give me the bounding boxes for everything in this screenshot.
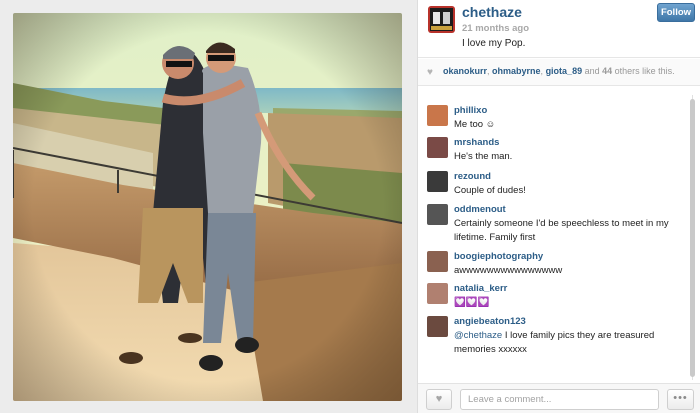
owner-avatar-image — [428, 6, 455, 33]
post-caption: I love my Pop. — [462, 38, 526, 49]
comment-text: Certainly someone I'd be speechless to m… — [454, 218, 669, 243]
comment-text: @chethaze I love family pics they are tr… — [454, 329, 688, 357]
post-timestamp[interactable]: 21 months ago — [462, 23, 529, 34]
comments-scrollbar[interactable] — [690, 95, 696, 380]
commenter-username[interactable]: mrshands — [454, 137, 499, 148]
likes-bar: ♥ okanokurr, ohmabyrne, giota_89 and 44 … — [418, 59, 700, 86]
liker-link[interactable]: ohmabyrne — [492, 66, 541, 76]
commenter-username[interactable]: oddmenout — [454, 204, 506, 215]
follow-button[interactable]: Follow — [657, 3, 695, 22]
likes-suffix: others like this. — [612, 66, 675, 76]
heart-icon: ♥ — [427, 67, 433, 78]
commenter-avatar[interactable] — [427, 171, 448, 192]
comment-input[interactable] — [460, 389, 659, 410]
comment-text: awwwwwwwwwwwwwww — [454, 265, 563, 276]
post-photo[interactable] — [13, 13, 402, 401]
likes-and: and — [582, 66, 603, 76]
owner-username[interactable]: chethaze — [462, 4, 522, 20]
comment-text: 💟💟💟 — [454, 297, 490, 308]
likes-summary: okanokurr, ohmabyrne, giota_89 and 44 ot… — [443, 66, 675, 76]
commenter-avatar[interactable] — [427, 204, 448, 225]
more-options-button[interactable]: ••• — [667, 389, 694, 410]
commenter-username[interactable]: phillixo — [454, 105, 487, 116]
likes-count[interactable]: 44 — [602, 66, 612, 76]
post-header: chethaze 21 months ago I love my Pop. Fo… — [418, 0, 700, 58]
photo-image — [13, 13, 402, 401]
heart-icon: ♥ — [435, 393, 443, 405]
commenter-avatar[interactable] — [427, 137, 448, 158]
scroll-thumb[interactable] — [690, 99, 695, 377]
ellipsis-icon: ••• — [673, 392, 688, 404]
commenter-avatar[interactable] — [427, 316, 448, 337]
owner-avatar[interactable] — [428, 6, 455, 33]
comment-composer: ♥ ••• — [418, 383, 700, 413]
photo-pane — [0, 0, 417, 413]
comment-list: phillixo Me too ☺ mrshands He's the man.… — [418, 95, 688, 380]
like-button[interactable]: ♥ — [426, 389, 452, 410]
commenter-username[interactable]: boogiephotography — [454, 251, 543, 262]
comment-mention[interactable]: @chethaze — [454, 330, 502, 341]
commenter-username[interactable]: natalia_kerr — [454, 283, 507, 294]
comment-text: Me too ☺ — [454, 119, 496, 130]
comment-text: Couple of dudes! — [454, 185, 526, 196]
commenter-avatar[interactable] — [427, 105, 448, 126]
commenter-username[interactable]: angiebeaton123 — [454, 316, 526, 327]
comment-text: He's the man. — [454, 151, 513, 162]
commenter-username[interactable]: rezound — [454, 171, 491, 182]
commenter-avatar[interactable] — [427, 283, 448, 304]
liker-link[interactable]: giota_89 — [546, 66, 583, 76]
post-details-panel: chethaze 21 months ago I love my Pop. Fo… — [417, 0, 700, 413]
commenter-avatar[interactable] — [427, 251, 448, 272]
liker-link[interactable]: okanokurr — [443, 66, 487, 76]
